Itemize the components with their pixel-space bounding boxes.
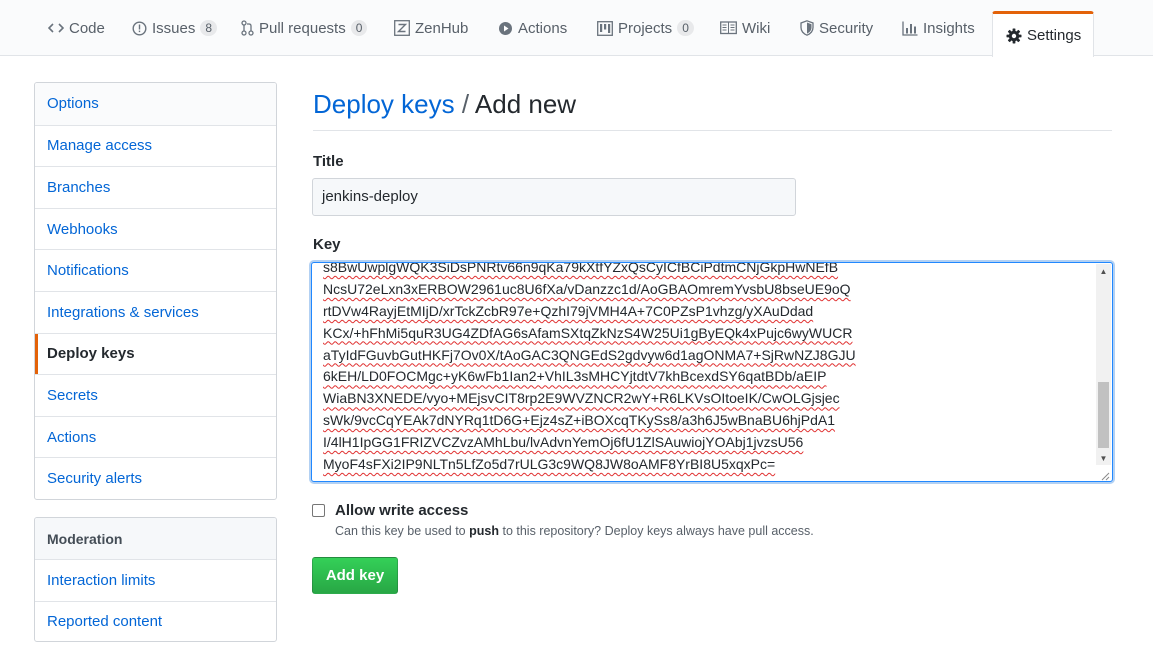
book-icon <box>720 21 737 35</box>
key-line: WiaBN3XNEDE/vyo+MEjsvCIT8rp2E9WVZNCR2wY+… <box>323 390 840 407</box>
sidebar-item-reported-content[interactable]: Reported content <box>35 600 276 641</box>
tab-pull-requests[interactable]: Pull requests 0 <box>241 0 368 56</box>
key-line: aTyIdFGuvbGutHKFj7Ov0X/tAoGAC3QNGEdS2gdv… <box>323 346 856 363</box>
sidebar-item-options[interactable]: Options <box>35 83 276 125</box>
key-textarea-scrollbar[interactable]: ▲ ▼ <box>1096 264 1111 465</box>
tab-actions[interactable]: Actions <box>498 0 567 56</box>
scrollbar-thumb[interactable] <box>1098 382 1109 448</box>
tab-label: Wiki <box>742 19 771 37</box>
tab-wiki[interactable]: Wiki <box>720 0 770 56</box>
tab-label: Pull requests <box>259 19 346 37</box>
tab-label: Issues <box>152 19 196 37</box>
key-line: KCx/+hFhMi5quR3UG4ZDfAG6sAfamSXtqZkNzS4W… <box>323 324 853 341</box>
tab-settings[interactable]: Settings <box>992 11 1094 57</box>
page-title: Add new <box>474 89 577 119</box>
key-line: I/4lH1IpGG1FRIZVCZvzAMhLbu/lvAdvnYemOj6f… <box>323 434 804 451</box>
key-text: s8BwUwplgWQK3SiDsPNRtv66n9qKa79kXtfYZxQs… <box>323 262 1092 476</box>
resize-handle-icon[interactable] <box>1099 468 1110 481</box>
tab-issues[interactable]: Issues 8 <box>132 0 218 56</box>
tab-label: Code <box>69 19 105 37</box>
key-textarea[interactable]: s8BwUwplgWQK3SiDsPNRtv66n9qKa79kXtfYZxQs… <box>311 262 1113 482</box>
sidebar-item-secrets[interactable]: Secrets <box>35 374 276 416</box>
gear-icon <box>1006 28 1022 44</box>
note-prefix: Can this key be used to <box>335 524 466 538</box>
sidebar-item-actions[interactable]: Actions <box>35 415 276 458</box>
tab-label: Insights <box>923 19 975 37</box>
tab-code[interactable]: Code <box>48 0 105 56</box>
settings-sidebar-menu: Options Manage access Branches Webhooks … <box>34 82 277 500</box>
tab-label: Settings <box>1027 27 1082 44</box>
tab-label: ZenHub <box>415 19 469 37</box>
issues-count-badge: 8 <box>200 20 218 36</box>
shield-icon <box>800 20 814 36</box>
key-line: sWk/9vcCqYEAk7dNYRq1tD6G+Ejz4sZ+iBOXcqTK… <box>323 412 836 429</box>
key-label: Key <box>313 236 341 253</box>
code-icon <box>48 21 64 35</box>
graph-icon <box>902 21 918 36</box>
key-line: MyoF4sFXi2IP9NLTn5LfZo5d7rULG3c9WQ8JW8oA… <box>323 456 776 473</box>
key-line: s8BwUwplgWQK3SiDsPNRtv66n9qKa79kXtfYZxQs… <box>323 262 839 275</box>
scroll-down-arrow-icon[interactable]: ▼ <box>1096 451 1111 466</box>
key-line: 6kEH/LD0FOCMgc+yK6wFb1Ian2+VhIL3sMHCYjtd… <box>323 368 827 385</box>
note-bold: push <box>469 524 499 538</box>
tab-zenhub[interactable]: ZenHub <box>394 0 468 56</box>
allow-write-label[interactable]: Allow write access <box>335 502 468 519</box>
pulls-count-badge: 0 <box>350 20 368 36</box>
title-input[interactable]: jenkins-deploy <box>312 178 796 216</box>
moderation-sidebar-menu: Moderation Interaction limits Reported c… <box>34 517 277 642</box>
issue-opened-icon <box>132 20 147 36</box>
sidebar-item-manage-access[interactable]: Manage access <box>35 124 276 167</box>
tab-label: Actions <box>518 19 568 37</box>
sidebar-item-branches[interactable]: Branches <box>35 166 276 208</box>
sidebar-item-integrations-services[interactable]: Integrations & services <box>35 290 276 333</box>
sidebar-item-webhooks[interactable]: Webhooks <box>35 207 276 250</box>
tab-label: Security <box>819 19 874 37</box>
scroll-up-arrow-icon[interactable]: ▲ <box>1096 264 1111 279</box>
title-label: Title <box>313 153 344 170</box>
tab-insights[interactable]: Insights <box>902 0 975 56</box>
git-pull-request-icon <box>241 20 254 36</box>
tab-label: Projects <box>618 19 673 37</box>
sidebar-item-notifications[interactable]: Notifications <box>35 249 276 291</box>
sidebar-item-deploy-keys[interactable]: Deploy keys <box>35 332 276 375</box>
note-suffix: to this repository? Deploy keys always h… <box>502 524 814 538</box>
play-icon <box>498 21 513 36</box>
zenhub-icon <box>394 20 410 36</box>
sidebar-item-security-alerts[interactable]: Security alerts <box>35 457 276 499</box>
allow-write-checkbox[interactable] <box>312 504 325 517</box>
tab-projects[interactable]: Projects 0 <box>597 0 694 56</box>
project-icon <box>597 20 613 36</box>
moderation-heading: Moderation <box>35 518 276 559</box>
page-heading: Deploy keys / Add new <box>313 84 1112 131</box>
tab-security[interactable]: Security <box>800 0 873 56</box>
breadcrumb-deploy-keys-link[interactable]: Deploy keys <box>313 89 455 119</box>
key-line: rtDVw4RayjEtMIjD/xrTckZcbR97e+QzhI79jVMH… <box>323 302 814 319</box>
breadcrumb-separator: / <box>461 89 470 119</box>
allow-write-note: Can this key be used to push to this rep… <box>335 524 814 538</box>
projects-count-badge: 0 <box>677 20 694 36</box>
add-key-button[interactable]: Add key <box>312 557 398 594</box>
sidebar-item-interaction-limits[interactable]: Interaction limits <box>35 559 276 601</box>
key-line: NcsU72eLxn3xERBOW2961uc8U6fXa/vDanzzc1d/… <box>323 280 851 297</box>
repo-nav-tabs: Code Issues 8 Pull requests 0 ZenHub Act… <box>0 0 1153 57</box>
